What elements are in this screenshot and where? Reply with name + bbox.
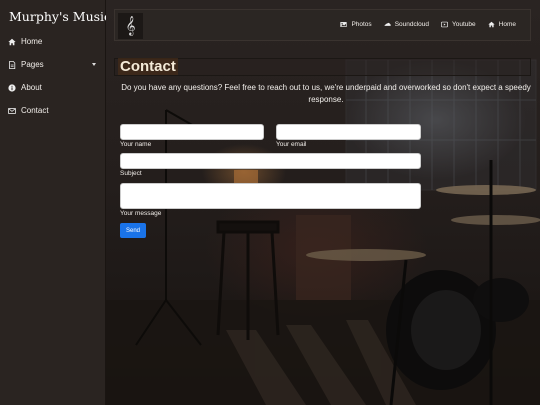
send-button[interactable]: Send (120, 223, 146, 238)
nav-link-label: Photos (351, 21, 372, 28)
sidebar: Murphy's Music Home Pages About Contact (0, 0, 111, 405)
chevron-down-icon[interactable] (92, 63, 96, 66)
message-field[interactable] (120, 183, 421, 209)
site-title[interactable]: Murphy's Music (0, 0, 111, 30)
subject-label: Subject (120, 170, 142, 177)
nav-link-soundcloud[interactable]: Soundcloud (384, 21, 429, 28)
top-nav-links: Photos Soundcloud Youtube Home (340, 21, 516, 28)
name-label: Your name (120, 141, 152, 148)
soundcloud-icon (384, 21, 391, 28)
sidebar-item-label: Contact (21, 106, 49, 115)
home-icon (488, 21, 495, 28)
page-title: Contact (118, 58, 178, 75)
home-icon (8, 38, 16, 46)
info-icon (8, 83, 16, 92)
sidebar-item-contact[interactable]: Contact (0, 99, 105, 122)
sidebar-item-home[interactable]: Home (0, 30, 105, 53)
sidebar-item-label: Pages (21, 60, 44, 69)
email-field[interactable] (276, 124, 421, 140)
nav-link-label: Soundcloud (394, 21, 430, 28)
image-icon (340, 21, 348, 28)
sidebar-item-about[interactable]: About (0, 76, 105, 99)
sidebar-item-label: About (21, 83, 42, 92)
subject-field[interactable] (120, 153, 421, 169)
top-navbar: 𝄞 Photos Soundcloud Youtube Home (114, 9, 531, 41)
intro-text: Do you have any questions? Feel free to … (121, 83, 531, 104)
page-icon (8, 60, 16, 69)
nav-link-label: Home (498, 21, 516, 28)
nav-link-label: Youtube (452, 21, 476, 28)
main-content: 𝄞 Photos Soundcloud Youtube Home Contact… (106, 0, 540, 405)
sidebar-item-pages[interactable]: Pages (0, 53, 105, 76)
nav-link-home[interactable]: Home (488, 21, 516, 28)
name-field[interactable] (120, 124, 264, 140)
youtube-icon (441, 21, 449, 28)
email-label: Your email (276, 141, 307, 148)
message-label: Your message (120, 210, 162, 217)
nav-link-photos[interactable]: Photos (340, 21, 372, 28)
page-title-bar: Contact (114, 58, 531, 76)
nav-link-youtube[interactable]: Youtube (441, 21, 476, 28)
treble-clef-logo[interactable]: 𝄞 (118, 13, 143, 39)
sidebar-item-label: Home (21, 37, 43, 46)
envelope-icon (8, 107, 16, 115)
